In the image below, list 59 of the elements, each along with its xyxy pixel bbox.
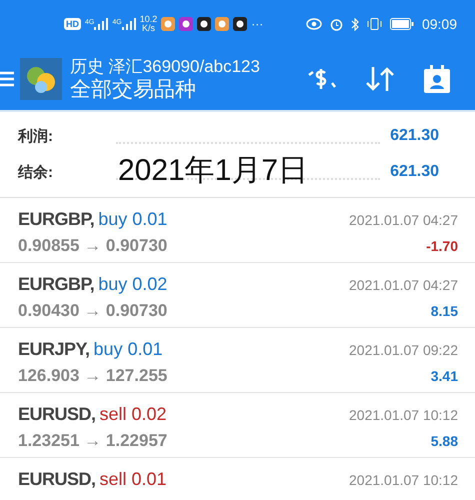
app-icon bbox=[197, 17, 212, 31]
speed-value: 10.2 bbox=[140, 15, 158, 24]
trade-row[interactable]: EURUSD, sell 0.01 2021.01.07 10:12 bbox=[0, 458, 475, 500]
app-icon bbox=[215, 17, 230, 31]
trade-profit: -1.70 bbox=[426, 237, 458, 256]
trade-symbol: EURUSD, bbox=[18, 403, 96, 426]
sort-button[interactable] bbox=[365, 65, 395, 93]
trade-order: buy 0.01 bbox=[94, 338, 163, 361]
trade-row[interactable]: EURUSD, sell 0.02 2021.01.07 10:12 1.23251 → 1.22957 5.88 bbox=[0, 393, 475, 458]
trade-row[interactable]: EURGBP, buy 0.02 2021.01.07 04:27 0.90430 → 0.90730 8.15 bbox=[0, 263, 475, 328]
date-caption: 2021年1月7日 bbox=[118, 153, 308, 189]
trade-prices: 0.90855 → 0.90730 bbox=[18, 235, 168, 257]
trade-symbol: EURUSD, bbox=[18, 468, 96, 491]
clock-time: 09:09 bbox=[422, 14, 457, 34]
trade-prices: 0.90430 → 0.90730 bbox=[18, 300, 168, 322]
app-icon bbox=[161, 17, 176, 31]
app-icon bbox=[179, 17, 194, 31]
contact-button[interactable] bbox=[423, 65, 451, 93]
trade-time: 2021.01.07 04:27 bbox=[349, 276, 458, 295]
trade-order: sell 0.01 bbox=[100, 468, 167, 491]
menu-icon bbox=[0, 71, 14, 87]
header-title: 历史 泽汇369090/abc123 bbox=[70, 56, 261, 76]
trade-order: buy 0.02 bbox=[98, 273, 168, 296]
app-icon bbox=[233, 17, 248, 31]
app-logo-icon bbox=[20, 58, 62, 100]
trade-symbol: EURGBP, bbox=[18, 273, 94, 296]
trade-profit: 5.88 bbox=[430, 432, 458, 451]
trade-time: 2021.01.07 10:12 bbox=[349, 471, 458, 490]
menu-button[interactable] bbox=[0, 71, 14, 87]
trade-time: 2021.01.07 04:27 bbox=[349, 211, 458, 230]
trade-profit: 8.15 bbox=[430, 302, 458, 321]
summary-value: 621.30 bbox=[390, 126, 439, 146]
speed-unit: K/s bbox=[142, 24, 155, 33]
trade-time: 2021.01.07 09:22 bbox=[349, 341, 458, 360]
trade-row[interactable]: EURJPY, buy 0.01 2021.01.07 09:22 126.903 → 127.255 3.41 bbox=[0, 328, 475, 393]
hd-badge: HD bbox=[64, 18, 81, 30]
trade-prices: 1.23251 → 1.22957 bbox=[18, 430, 168, 452]
sort-icon bbox=[365, 65, 395, 93]
trade-order: sell 0.02 bbox=[100, 403, 167, 426]
trade-row[interactable]: EURGBP, buy 0.01 2021.01.07 04:27 0.90855 → 0.90730 -1.70 bbox=[0, 198, 475, 263]
contact-icon bbox=[423, 65, 451, 93]
summary-value: 621.30 bbox=[390, 162, 439, 182]
signal-icon bbox=[94, 18, 108, 30]
trade-time: 2021.01.07 10:12 bbox=[349, 406, 458, 425]
trade-symbol: EURGBP, bbox=[18, 208, 94, 231]
alarm-icon bbox=[330, 18, 343, 30]
trade-symbol: EURJPY, bbox=[18, 338, 90, 361]
more-label: ··· bbox=[251, 16, 264, 33]
battery-icon bbox=[390, 18, 414, 30]
signal-icon bbox=[122, 18, 136, 30]
summary-label: 利润: bbox=[18, 126, 54, 146]
trade-order: buy 0.01 bbox=[98, 208, 168, 231]
vibrate-icon bbox=[366, 18, 382, 30]
summary-label: 结余: bbox=[18, 162, 54, 182]
header-subtitle: 全部交易品种 bbox=[70, 76, 197, 102]
bluetooth-icon bbox=[350, 18, 359, 30]
trade-prices: 126.903 → 127.255 bbox=[18, 365, 168, 387]
eye-icon bbox=[306, 18, 322, 30]
trade-profit: 3.41 bbox=[430, 367, 458, 386]
